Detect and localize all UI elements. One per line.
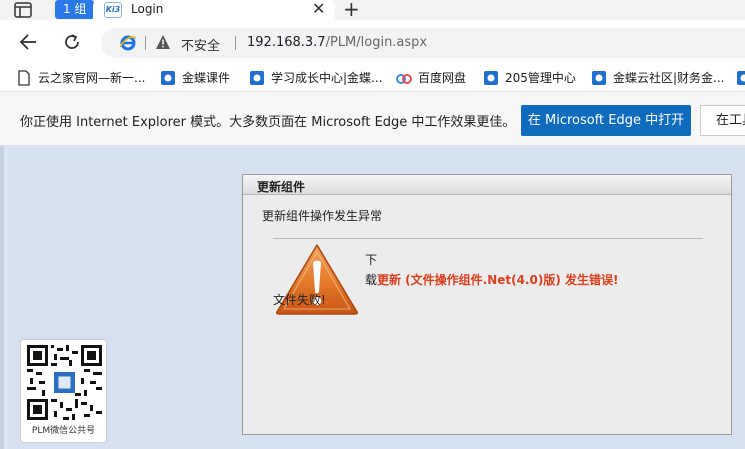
refresh-icon[interactable] bbox=[62, 32, 82, 52]
dialog-header: 更新组件 bbox=[243, 175, 731, 195]
update-component-dialog: 更新组件 更新组件操作发生异常 文件失败! 下 载 更新 (文件操作组件.Net… bbox=[242, 174, 732, 435]
favorite-label: 百度网盘 bbox=[418, 71, 467, 85]
window-menu-icon[interactable] bbox=[14, 2, 32, 18]
back-arrow-icon[interactable] bbox=[18, 32, 38, 52]
dialog-subtitle: 更新组件操作发生异常 bbox=[262, 209, 383, 223]
kingdee-icon bbox=[250, 71, 264, 85]
url-host: 192.168.3.7 bbox=[247, 35, 326, 50]
cloud-icon bbox=[396, 74, 412, 84]
tab-strip: 1 组 Ki3 Login ✕ + bbox=[0, 0, 745, 20]
qr-code bbox=[27, 345, 102, 420]
address-bar[interactable]: 不安全 192.168.3.7/PLM/login.aspx bbox=[101, 28, 745, 58]
url-text[interactable]: 192.168.3.7/PLM/login.aspx bbox=[247, 35, 427, 50]
warning-icon[interactable] bbox=[155, 34, 171, 50]
kingdee-icon bbox=[161, 71, 175, 85]
address-separator bbox=[235, 36, 236, 50]
new-tab-icon[interactable]: + bbox=[343, 0, 360, 19]
close-tab-icon[interactable]: ✕ bbox=[312, 1, 325, 17]
qr-code-label: PLM微信公共号 bbox=[31, 426, 96, 436]
favorite-label: 学习成长中心|金蝶... bbox=[271, 71, 383, 85]
kingdee-icon bbox=[484, 71, 498, 85]
open-in-edge-button[interactable]: 在 Microsoft Edge 中打开 bbox=[521, 105, 691, 136]
kingdee-icon bbox=[737, 71, 745, 85]
ie-mode-message: 你正使用 Internet Explorer 模式。大多数页面在 Microso… bbox=[20, 115, 516, 130]
favorites-bar: 云之家官网—新一... 金蝶课件 学习成长中心|金蝶... 百度网盘 205管理… bbox=[0, 64, 745, 92]
ie-mode-icon[interactable] bbox=[119, 34, 137, 52]
dialog-title: 更新组件 bbox=[257, 180, 306, 194]
favorite-label: 205管理中心 bbox=[505, 71, 576, 85]
browser-tab[interactable]: Ki3 Login ✕ bbox=[93, 0, 335, 20]
tab-title: Login bbox=[131, 2, 164, 16]
favorite-label: 云之家官网—新一... bbox=[38, 71, 146, 85]
dialog-divider bbox=[273, 238, 703, 239]
page-icon bbox=[18, 70, 30, 86]
favorite-label: 金蝶课件 bbox=[182, 71, 231, 85]
favorite-label: 金蝶云社区|财务金... bbox=[613, 71, 725, 85]
not-secure-label[interactable]: 不安全 bbox=[181, 35, 220, 54]
download-text-line1: 下 bbox=[365, 253, 378, 267]
address-bar-row: 不安全 192.168.3.7/PLM/login.aspx bbox=[0, 20, 745, 64]
page-content: PLM微信公共号 更新组件 更新组件操作发生异常 文件失败! 下 载 更新 (文… bbox=[0, 146, 745, 449]
qr-code-card: PLM微信公共号 bbox=[20, 339, 107, 443]
error-message: 更新 (文件操作组件.Net(4.0)版) 发生错误! bbox=[377, 273, 619, 287]
ie-mode-banner: 你正使用 Internet Explorer 模式。大多数页面在 Microso… bbox=[0, 92, 745, 146]
download-text-line2: 载 bbox=[365, 273, 378, 287]
address-separator bbox=[145, 36, 146, 50]
fail-text: 文件失败! bbox=[273, 293, 326, 307]
tab-group-label[interactable]: 1 组 bbox=[55, 0, 95, 19]
kingdee-icon bbox=[592, 71, 606, 85]
kingdee-favicon: Ki3 bbox=[104, 2, 122, 18]
url-path: /PLM/login.aspx bbox=[325, 35, 428, 50]
open-in-tools-button[interactable]: 在工具 bbox=[700, 105, 745, 136]
